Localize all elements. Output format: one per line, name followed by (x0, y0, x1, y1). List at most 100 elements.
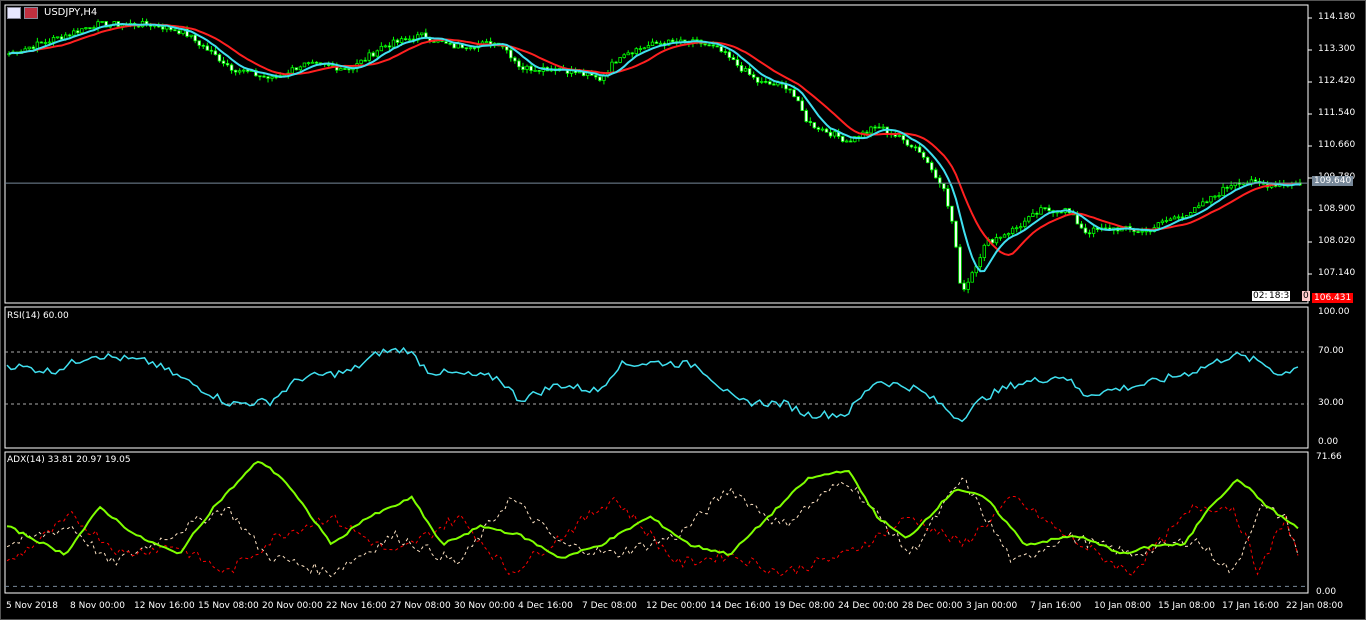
candle-body (877, 126, 881, 129)
candle-body (909, 144, 914, 148)
candle-body (1221, 186, 1225, 196)
candle-body (913, 146, 918, 149)
candle-body (314, 61, 319, 64)
candle-body (43, 42, 48, 44)
panel-border-1 (4, 306, 1309, 449)
candle-body (177, 30, 181, 34)
candle-body (594, 74, 598, 78)
candle-body (537, 69, 541, 72)
candle-body (1229, 185, 1233, 189)
countdown-seconds: 18:3 (1268, 291, 1291, 301)
candle-body (735, 59, 740, 66)
candle-body (229, 64, 234, 71)
rsi-axis-label: 30.00 (1318, 398, 1344, 408)
candle-body (59, 36, 64, 40)
candle-body (270, 76, 274, 79)
candle-body (1253, 179, 1258, 182)
candle-body (1164, 220, 1169, 222)
candle-body (1047, 207, 1051, 211)
candle-body (768, 81, 772, 85)
minus-di-line (6, 496, 1299, 577)
panel-border-0 (4, 4, 1309, 304)
candle-body (715, 45, 719, 48)
candle-body (266, 76, 270, 79)
candle-body (1160, 220, 1165, 224)
candle-body (998, 236, 1003, 239)
time-axis-label: 5 Nov 2018 (6, 601, 58, 611)
candle-body (1156, 222, 1161, 229)
candle-body (39, 41, 44, 44)
candle-body (962, 282, 966, 290)
candle-body (646, 45, 651, 49)
candle-body (1043, 207, 1047, 210)
price-axis-label: 114.180 (1318, 12, 1356, 22)
candle-body (233, 69, 238, 73)
candle-body (869, 126, 873, 134)
candle-body (258, 75, 262, 78)
time-axis-label: 12 Nov 16:00 (134, 601, 195, 611)
candle-body (1205, 201, 1209, 204)
price-chart-canvas[interactable] (0, 0, 1366, 620)
candle-body (634, 48, 638, 54)
candle-body (881, 126, 885, 129)
price-axis-label: 108.020 (1318, 236, 1356, 246)
candle-body (1225, 186, 1229, 189)
candle-body (743, 68, 748, 72)
candle-body (978, 257, 982, 268)
rsi-axis-label: 0.00 (1318, 437, 1339, 447)
candle-body (395, 39, 400, 43)
candle-body (509, 49, 513, 59)
candle-body (379, 45, 384, 52)
candle-body (193, 34, 197, 42)
time-axis-label: 15 Jan 08:00 (1158, 601, 1215, 611)
candle-body (731, 57, 736, 60)
candle-body (865, 131, 869, 134)
candle-body (92, 27, 96, 29)
candle-body (217, 54, 222, 62)
rsi-axis-label: 70.00 (1318, 346, 1344, 356)
time-axis-label: 28 Dec 00:00 (902, 601, 963, 611)
adx-line (6, 460, 1299, 559)
time-axis-label: 7 Jan 16:00 (1030, 601, 1082, 611)
candle-body (901, 135, 906, 141)
candle-body (359, 59, 363, 64)
candle-body (930, 162, 934, 171)
candle-body (1197, 205, 1201, 208)
candle-body (51, 37, 56, 43)
candle-body (76, 30, 80, 34)
plus-di-line (6, 477, 1299, 578)
candle-body (306, 62, 311, 65)
candle-body (1217, 195, 1221, 197)
candle-body (719, 46, 723, 52)
candle-body (954, 220, 958, 248)
candle-body (873, 126, 877, 129)
ma-fast-line (8, 23, 1300, 273)
candle-body (27, 46, 31, 50)
candle-body (800, 100, 804, 111)
candle-body (96, 21, 100, 28)
candle-body (298, 66, 303, 71)
candle-body (1079, 223, 1084, 229)
candle-body (1027, 216, 1031, 222)
candle-body (407, 38, 412, 41)
candle-body (399, 38, 404, 43)
candle-body (614, 61, 618, 64)
low-price-tag: 106.431 (1312, 293, 1354, 303)
ma-slow-line (8, 23, 1301, 256)
candle-body (343, 68, 347, 70)
time-axis-label: 22 Jan 08:00 (1286, 601, 1343, 611)
candle-body (650, 41, 655, 47)
time-axis-label: 4 Dec 16:00 (518, 601, 573, 611)
candle-body (525, 65, 529, 70)
time-axis-label: 3 Jan 00:00 (966, 601, 1018, 611)
time-axis-label: 24 Dec 00:00 (838, 601, 899, 611)
candle-body (727, 51, 732, 58)
candle-body (375, 50, 379, 57)
candle-body (934, 169, 938, 179)
time-axis-label: 8 Nov 00:00 (70, 601, 125, 611)
candle-body (1189, 212, 1193, 216)
candle-body (72, 30, 76, 36)
price-axis-label: 113.300 (1318, 44, 1356, 54)
candle-body (367, 52, 371, 61)
candle-body (310, 61, 315, 64)
